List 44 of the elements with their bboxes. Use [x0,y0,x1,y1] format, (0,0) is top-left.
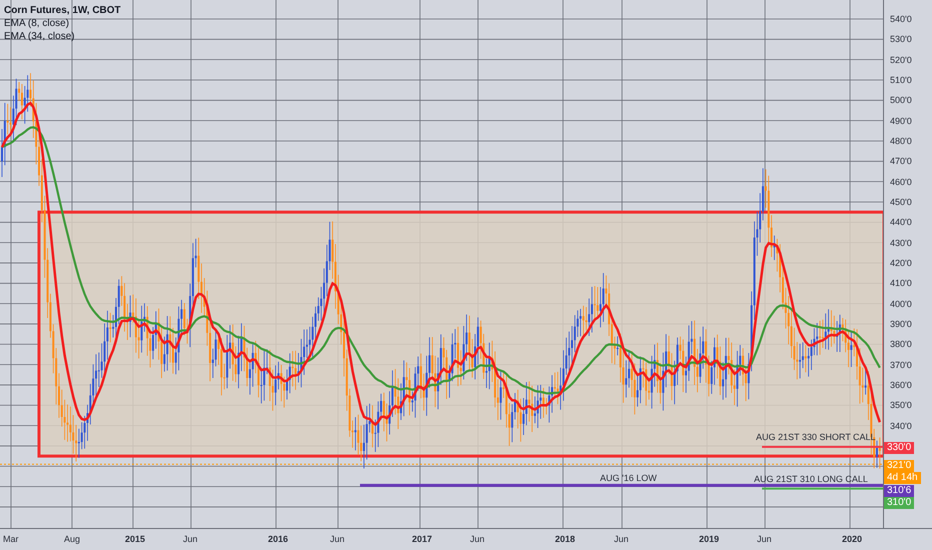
time-label: 2015 [125,534,146,545]
price-label: 540'0 [890,14,912,25]
price-label: 460'0 [890,176,912,188]
time-label: Jun [183,534,198,545]
price-label: 380'0 [890,339,912,350]
price-label: 530'0 [890,34,912,46]
price-tag: 310'6 [884,485,914,497]
price-label: 440'0 [890,217,912,228]
price-tag: 321'0 [884,460,914,472]
time-label: 2020 [842,534,862,545]
time-label: Jun [757,534,772,545]
price-label: 520'0 [890,54,912,66]
annotation-label: AUG 21ST 310 LONG CALL [754,474,868,485]
symbol-title: Corn Futures, 1W, CBOT [4,4,121,17]
time-label: Aug [64,534,80,545]
annotation-label: AUG '16 LOW [600,473,657,484]
price-tag: 330'0 [884,442,914,454]
time-label: Jun [614,534,629,545]
time-label: Mar [3,534,18,545]
price-label: 360'0 [890,380,912,391]
indicator-label: EMA (34, close) [4,30,76,43]
time-label: 2017 [412,534,432,545]
time-label: 2019 [699,534,720,545]
price-label: 390'0 [890,318,912,330]
price-label: 470'0 [890,156,912,168]
price-tag: 310'0 [884,497,914,509]
indicator-label: EMA (8, close) [4,17,70,30]
price-label: 430'0 [890,238,912,249]
price-label: 410'0 [890,278,912,290]
price-label: 340'0 [890,420,912,432]
price-label: 420'0 [890,258,912,269]
price-label: 490'0 [890,116,912,127]
price-label: 500'0 [890,95,912,106]
price-label: 400'0 [890,298,912,310]
time-label: Jun [470,534,485,545]
price-label: 510'0 [890,74,912,86]
time-label: 2016 [268,534,288,545]
time-label: Jun [330,534,345,545]
price-tag: 4d 14h [884,472,921,484]
time-label: 2018 [555,534,576,545]
price-label: 370'0 [890,360,912,371]
price-label: 350'0 [890,400,912,412]
price-label: 480'0 [890,136,912,147]
price-label: 450'0 [890,196,912,208]
